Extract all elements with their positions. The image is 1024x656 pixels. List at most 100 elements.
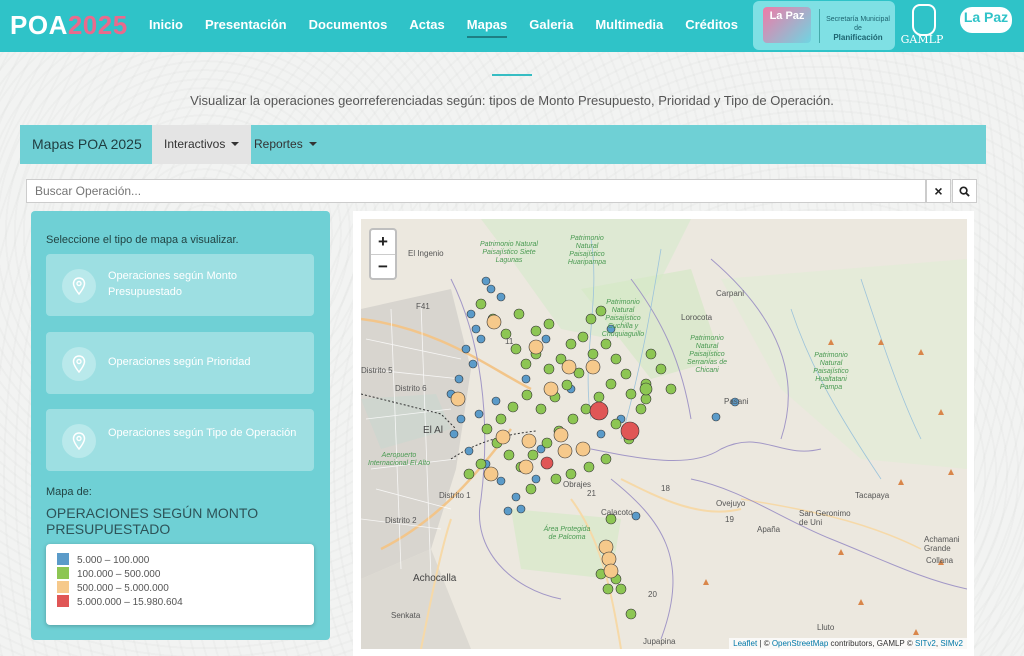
nav-presentacion[interactable]: Presentación	[194, 0, 298, 52]
attribution-text: | ©	[757, 639, 772, 648]
map-label: Calacoto	[601, 508, 633, 517]
map-label: Tacapaya	[855, 491, 890, 500]
mapa-de-label: Mapa de:	[46, 486, 92, 498]
legend-label: 5.000.000 – 15.980.604	[77, 597, 183, 608]
page-subtitle: Visualizar la operaciones georreferencia…	[190, 93, 834, 108]
option-tipo-operacion[interactable]: Operaciones según Tipo de Operación	[46, 409, 314, 471]
nav-multimedia[interactable]: Multimedia	[584, 0, 674, 52]
legend-item: 5.000 – 100.000	[57, 553, 149, 566]
secretaria-line2: Planificación	[833, 33, 883, 42]
selector-prompt: Seleccione el tipo de mapa a visualizar.	[46, 234, 239, 246]
leaflet-link[interactable]: Leaflet	[733, 639, 757, 648]
map-label: Patrimonio Natural Paisajístico Siete La…	[480, 241, 538, 264]
gamlp-seal-icon	[912, 4, 936, 36]
map-label: Obrajes	[563, 480, 592, 489]
map-label: 11	[505, 337, 514, 346]
main-nav: Inicio Presentación Documentos Actas Map…	[138, 0, 749, 52]
top-navbar: POA2025 Inicio Presentación Documentos A…	[0, 0, 1024, 52]
map-label: 20	[648, 590, 657, 599]
leaflet-map[interactable]: El Ingenio F41 Distrito 5 Distrito 6 El …	[361, 219, 967, 649]
map-label: Distrito 2	[385, 516, 417, 525]
legend-swatch	[57, 595, 69, 607]
option-label: Operaciones según Prioridad	[108, 356, 251, 368]
lapaz-gobierno-text: La Paz	[963, 9, 1009, 25]
legend-item: 100.000 – 500.000	[57, 567, 160, 580]
brand-logo[interactable]: POA2025	[10, 10, 128, 41]
option-label: Operaciones según Monto Presupuestado	[108, 270, 238, 298]
option-prioridad[interactable]: Operaciones según Prioridad	[46, 332, 314, 394]
current-map-name: OPERACIONES SEGÚN MONTO PRESUPUESTADO	[46, 505, 259, 537]
secretaria-logo-text: Secretaría Municipal de Planificación	[823, 15, 893, 42]
map-label: Senkata	[391, 611, 421, 620]
map-label: Jupapina	[643, 637, 676, 646]
close-icon: ×	[934, 183, 943, 199]
secretaria-logo-box: La Paz Secretaría Municipal de Planifica…	[753, 1, 895, 50]
search-input[interactable]	[26, 179, 926, 203]
osm-link[interactable]: OpenStreetMap	[772, 639, 828, 648]
legend-label: 500.000 – 5.000.000	[77, 583, 169, 594]
reportes-label: Reportes	[254, 137, 303, 151]
legend-label: 100.000 – 500.000	[77, 569, 161, 580]
logo-divider	[819, 9, 820, 43]
nav-creditos[interactable]: Créditos	[674, 0, 749, 52]
map-label: San Geronimo de Uni	[799, 509, 851, 527]
lapaz-gobierno-logo: La Paz	[956, 3, 1016, 47]
map-label: Lorocota	[681, 313, 713, 322]
map-legend: 5.000 – 100.000 100.000 – 500.000 500.00…	[46, 544, 314, 625]
map-label: Distrito 6	[395, 384, 427, 393]
map-label: Ovejuyo	[716, 499, 746, 508]
legend-label: 5.000 – 100.000	[77, 555, 150, 566]
sitv2-link[interactable]: SITv2	[915, 639, 936, 648]
nav-actas[interactable]: Actas	[398, 0, 455, 52]
map-label: Aeropuerto Internacional El Alto	[368, 452, 430, 467]
legend-item: 500.000 – 5.000.000	[57, 581, 169, 594]
map-label: Patrimonio Natural Paisajístico Huaripam…	[567, 235, 607, 266]
search-button[interactable]	[952, 179, 977, 203]
caret-down-icon	[308, 142, 317, 146]
interactivos-dropdown[interactable]: Interactivos	[152, 125, 252, 164]
nav-inicio[interactable]: Inicio	[138, 0, 194, 52]
brand-year: 2025	[67, 10, 128, 40]
map-selector-panel: Seleccione el tipo de mapa a visualizar.…	[31, 211, 330, 640]
map-label: Apaña	[757, 525, 781, 534]
clear-search-button[interactable]: ×	[926, 179, 951, 203]
map-basemap	[361, 219, 967, 649]
map-pin-icon	[62, 269, 96, 303]
nav-galeria[interactable]: Galeria	[518, 0, 584, 52]
zoom-out-button[interactable]: −	[371, 255, 395, 279]
legend-item: 5.000.000 – 15.980.604	[57, 595, 183, 608]
secretaria-line1: Secretaría Municipal de	[826, 16, 890, 32]
map-pin-icon	[62, 347, 96, 381]
reportes-dropdown[interactable]: Reportes	[242, 125, 329, 164]
map-label: Patrimonio Natural Paisajístico Serranía…	[686, 335, 728, 374]
map-pin-icon	[62, 424, 96, 458]
legend-swatch	[57, 567, 69, 579]
simv2-link[interactable]: SIMv2	[940, 639, 963, 648]
lapaz-logo: La Paz	[763, 7, 811, 43]
map-label: Achamani Grande	[924, 535, 960, 553]
map-label: F41	[416, 302, 430, 311]
interactivos-label: Interactivos	[164, 137, 226, 151]
gamlp-logo-text: GAMLP	[900, 33, 944, 46]
map-zoom-control: + −	[369, 228, 397, 280]
map-label: Distrito 1	[439, 491, 471, 500]
map-label: Carpani	[716, 289, 745, 298]
map-label: Pasani	[724, 397, 749, 406]
option-label: Operaciones según Tipo de Operación	[108, 427, 297, 439]
map-label: Patrimonio Natural Paisajístico Hualtata…	[813, 352, 849, 391]
caret-down-icon	[231, 142, 240, 146]
legend-swatch	[57, 553, 69, 565]
option-monto-presupuestado[interactable]: Operaciones según Monto Presupuestado	[46, 254, 314, 316]
map-label: Patrimonio Natural Paisajístico Cuchilla…	[601, 299, 645, 338]
nav-documentos[interactable]: Documentos	[298, 0, 399, 52]
map-label: 19	[725, 515, 734, 524]
attribution-text: contributors, GAMLP ©	[828, 639, 915, 648]
map-attribution: Leaflet | © OpenStreetMap contributors, …	[729, 638, 967, 649]
map-label: El Ingenio	[408, 249, 444, 258]
nav-mapas[interactable]: Mapas	[456, 0, 518, 52]
zoom-in-button[interactable]: +	[371, 230, 395, 255]
brand-poa: POA	[10, 10, 68, 40]
map-label: El Al	[423, 425, 444, 436]
legend-swatch	[57, 581, 69, 593]
page-title-underline	[492, 66, 532, 76]
